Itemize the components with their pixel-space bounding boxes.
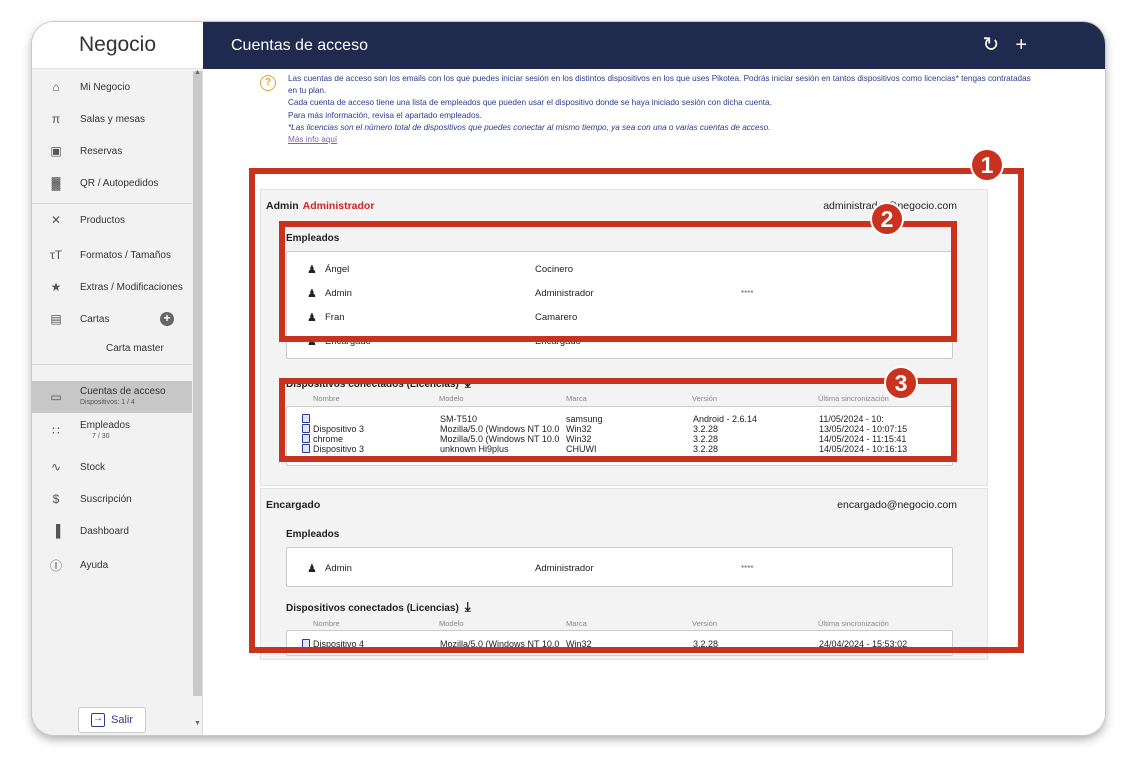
top-bar: Cuentas de acceso ↻ +	[203, 22, 1105, 69]
text-size-icon: τT	[49, 248, 63, 262]
sidebar-item-productos[interactable]: ✕ Productos	[32, 204, 192, 236]
dollar-icon: $	[52, 492, 60, 506]
trend-icon: ∿	[50, 460, 62, 474]
scroll-down-icon[interactable]: ▼	[194, 720, 201, 727]
app-window: Negocio Cuentas de acceso ↻ + ⌂ Mi Negoci…	[32, 22, 1105, 735]
plus-icon[interactable]: +	[1015, 35, 1027, 55]
cutlery-icon: ✕	[50, 213, 62, 227]
sidebar-item-dashboard[interactable]: ▐ Dashboard	[32, 515, 192, 547]
sidebar-item-empleados[interactable]: ∷ Empleados 7 / 30	[32, 415, 192, 447]
sidebar-item-ayuda[interactable]: Ⓘ Ayuda	[32, 549, 192, 581]
brand-title: Negocio	[32, 22, 203, 69]
add-carta-icon[interactable]: +	[160, 312, 174, 326]
bar-chart-icon: ▐	[51, 524, 61, 538]
info-text: Las cuentas de acceso son los emails con…	[288, 74, 1031, 145]
sidebar-item-suscripcion[interactable]: $ Suscripción	[32, 483, 192, 515]
star-icon: ★	[50, 280, 62, 294]
people-icon: ∷	[52, 424, 60, 438]
sidebar-item-mi-negocio[interactable]: ⌂ Mi Negocio	[32, 71, 192, 103]
home-icon: ⌂	[52, 80, 60, 94]
more-info-link[interactable]: Más info aquí	[288, 135, 337, 144]
info-help-icon: ?	[260, 75, 276, 91]
annotation-badge-3: 3	[884, 366, 918, 400]
annotation-badge-2: 2	[870, 202, 904, 236]
sidebar-item-qr[interactable]: ▓ QR / Autopedidos	[32, 167, 192, 199]
sidebar-item-extras[interactable]: ★ Extras / Modificaciones	[32, 271, 192, 303]
menu-book-icon: ▤	[50, 312, 62, 326]
sidebar-item-carta-master[interactable]: Carta master	[106, 343, 164, 354]
sidebar-item-cuentas[interactable]: ▭ Cuentas de acceso Dispositivos: 1 / 4	[32, 381, 192, 413]
logout-button[interactable]: → Salir	[78, 707, 146, 733]
calendar-icon: ▣	[50, 144, 62, 158]
annotation-badge-1: 1	[970, 148, 1004, 182]
sidebar-scrollbar[interactable]	[193, 71, 202, 696]
help-icon: Ⓘ	[49, 558, 62, 573]
table-icon: π	[51, 112, 61, 126]
sidebar: ⌂ Mi Negocio π Salas y mesas ▣ Reservas ▓ QR…	[32, 69, 203, 735]
highlight-box-2	[279, 221, 957, 342]
page-title: Cuentas de acceso	[231, 36, 368, 54]
scroll-up-icon[interactable]: ▲	[194, 69, 201, 76]
qr-icon: ▓	[51, 176, 61, 190]
sidebar-item-reservas[interactable]: ▣ Reservas	[32, 135, 192, 167]
device-icon: ▭	[50, 390, 62, 404]
sidebar-item-salas[interactable]: π Salas y mesas	[32, 103, 192, 135]
sidebar-item-formatos[interactable]: τT Formatos / Tamaños	[32, 239, 192, 271]
refresh-icon[interactable]: ↻	[983, 35, 1000, 55]
highlight-box-3	[279, 378, 957, 462]
sidebar-item-stock[interactable]: ∿ Stock	[32, 451, 192, 483]
logout-icon: →	[90, 713, 105, 727]
